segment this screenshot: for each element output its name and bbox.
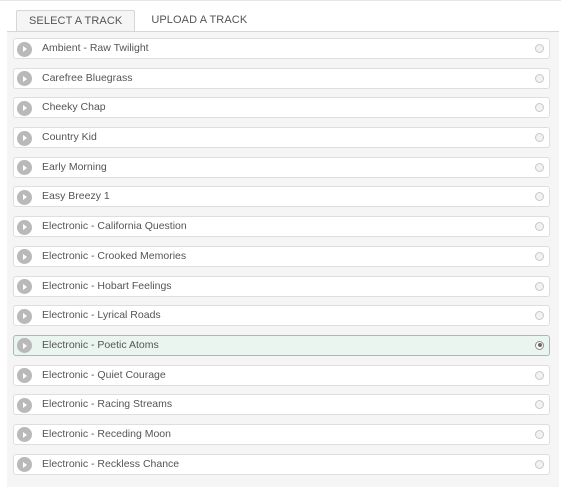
play-icon[interactable] xyxy=(17,249,32,265)
track-row[interactable]: Country Kid xyxy=(13,127,550,149)
track-name: Cheeky Chap xyxy=(42,101,106,114)
track-radio-button[interactable] xyxy=(535,281,544,291)
track-name: Early Morning xyxy=(42,160,107,173)
track-radio-button[interactable] xyxy=(535,192,544,202)
track-name: Electronic - Racing Streams xyxy=(42,398,173,411)
track-name: Electronic - Quiet Courage xyxy=(42,368,166,381)
track-row[interactable]: Early Morning xyxy=(13,156,550,178)
play-icon[interactable] xyxy=(17,279,32,294)
track-row[interactable]: Electronic - Poetic Atoms xyxy=(13,334,550,356)
track-row[interactable]: Electronic - Quiet Courage xyxy=(13,364,550,386)
track-tabs: SELECT A TRACK UPLOAD A TRACK xyxy=(16,9,259,32)
track-list: Ambient - Raw Twilight Carefree Bluegrass… xyxy=(13,38,550,483)
track-row[interactable]: Carefree Bluegrass xyxy=(13,67,550,89)
track-radio-button[interactable] xyxy=(535,103,544,113)
track-row[interactable]: Electronic - Lyrical Roads xyxy=(13,305,550,327)
track-radio-button[interactable] xyxy=(535,133,544,143)
track-name: Country Kid xyxy=(42,131,97,144)
play-icon[interactable] xyxy=(17,130,32,146)
track-radio-button[interactable] xyxy=(535,222,544,232)
track-radio-button[interactable] xyxy=(535,162,544,172)
track-name: Electronic - Receding Moon xyxy=(42,427,171,440)
play-icon[interactable] xyxy=(17,41,32,57)
track-name: Easy Breezy 1 xyxy=(42,190,110,203)
play-icon[interactable] xyxy=(17,308,32,324)
track-name: Ambient - Raw Twilight xyxy=(42,42,149,54)
track-row[interactable]: Cheeky Chap xyxy=(13,97,550,119)
play-icon[interactable] xyxy=(17,368,32,384)
play-icon[interactable] xyxy=(17,457,32,473)
play-icon[interactable] xyxy=(17,189,32,205)
track-row[interactable]: Electronic - Racing Streams xyxy=(13,394,550,416)
play-icon[interactable] xyxy=(17,71,32,87)
track-name: Electronic - Reckless Chance xyxy=(42,457,180,470)
tab-select-a-track[interactable]: SELECT A TRACK xyxy=(16,10,136,32)
track-name: Electronic - Hobart Feelings xyxy=(42,279,172,292)
track-radio-button[interactable] xyxy=(535,429,544,439)
tab-upload-a-track[interactable]: UPLOAD A TRACK xyxy=(139,10,259,32)
play-icon[interactable] xyxy=(17,397,32,413)
play-icon[interactable] xyxy=(17,338,32,354)
track-radio-button[interactable] xyxy=(535,73,544,83)
play-icon[interactable] xyxy=(17,219,32,235)
track-radio-button[interactable] xyxy=(535,311,544,321)
track-row[interactable]: Electronic - Receding Moon xyxy=(13,423,550,445)
track-row[interactable]: Easy Breezy 1 xyxy=(13,186,550,208)
track-row[interactable]: Electronic - Reckless Chance xyxy=(13,453,550,475)
track-row[interactable]: Electronic - California Question xyxy=(13,216,550,238)
track-radio-button[interactable] xyxy=(535,251,544,261)
top-divider xyxy=(0,0,561,1)
track-row[interactable]: Electronic - Crooked Memories xyxy=(13,245,550,267)
track-name: Electronic - Lyrical Roads xyxy=(42,309,161,322)
track-name: Carefree Bluegrass xyxy=(42,71,133,84)
track-row[interactable]: Ambient - Raw Twilight xyxy=(13,38,550,59)
track-radio-button[interactable] xyxy=(535,400,544,410)
track-radio-button[interactable] xyxy=(535,44,544,53)
track-radio-button[interactable] xyxy=(535,459,544,469)
play-icon[interactable] xyxy=(17,427,32,443)
track-picker: SELECT A TRACK UPLOAD A TRACK Ambient - … xyxy=(0,0,561,487)
track-name: Electronic - Crooked Memories xyxy=(42,249,187,262)
track-radio-button[interactable] xyxy=(535,370,544,380)
track-radio-button[interactable] xyxy=(535,340,544,350)
track-name: Electronic - Poetic Atoms xyxy=(42,338,159,351)
play-icon[interactable] xyxy=(17,160,32,176)
play-icon[interactable] xyxy=(17,100,32,116)
track-row[interactable]: Electronic - Hobart Feelings xyxy=(13,275,550,297)
track-name: Electronic - California Question xyxy=(42,220,187,233)
